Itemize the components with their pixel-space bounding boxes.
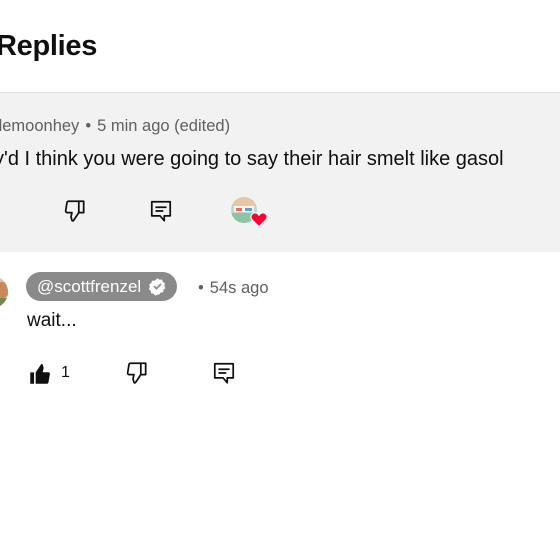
like-icon	[30, 364, 50, 384]
parent-comment-author[interactable]: tlemoonhey	[0, 117, 79, 135]
replies-panel: Replies tlemoonhey • 5 min ago (edited) y'…	[0, 0, 560, 560]
parent-comment-meta: tlemoonhey • 5 min ago (edited)	[0, 117, 230, 136]
parent-comment: tlemoonhey • 5 min ago (edited) y'd I thin…	[0, 93, 560, 252]
replies-header: Replies	[0, 0, 560, 93]
reply-comment: @scottfrenzel • 54s ago wait... 1	[0, 252, 560, 412]
dislike-icon	[64, 200, 85, 222]
heart-icon	[250, 212, 268, 227]
avatar[interactable]	[0, 276, 8, 308]
reply-icon	[213, 362, 235, 384]
dislike-icon	[126, 362, 147, 384]
meta-separator: •	[85, 117, 92, 135]
parent-comment-time[interactable]: 5 min ago (edited)	[97, 117, 230, 135]
parent-reply-button[interactable]	[147, 197, 175, 225]
reply-text: wait...	[27, 310, 77, 331]
reply-author-chip[interactable]: @scottfrenzel	[26, 272, 178, 301]
dislike-button[interactable]	[122, 359, 152, 387]
reply-meta: • 54s ago	[198, 279, 269, 298]
like-button[interactable]	[26, 360, 54, 388]
like-count: 1	[61, 364, 70, 381]
creator-heart[interactable]	[231, 197, 268, 227]
reply-avatar-image	[0, 276, 8, 308]
reply-button[interactable]	[210, 359, 238, 387]
parent-dislike-button[interactable]	[60, 197, 90, 225]
reply-author: @scottfrenzel	[37, 276, 142, 296]
reply-icon	[150, 200, 172, 222]
verified-icon	[148, 278, 166, 296]
page-title: Replies	[0, 30, 98, 62]
reply-time[interactable]: 54s ago	[210, 279, 269, 297]
meta-separator: •	[198, 279, 204, 297]
parent-comment-text: y'd I think you were going to say their …	[0, 148, 504, 170]
